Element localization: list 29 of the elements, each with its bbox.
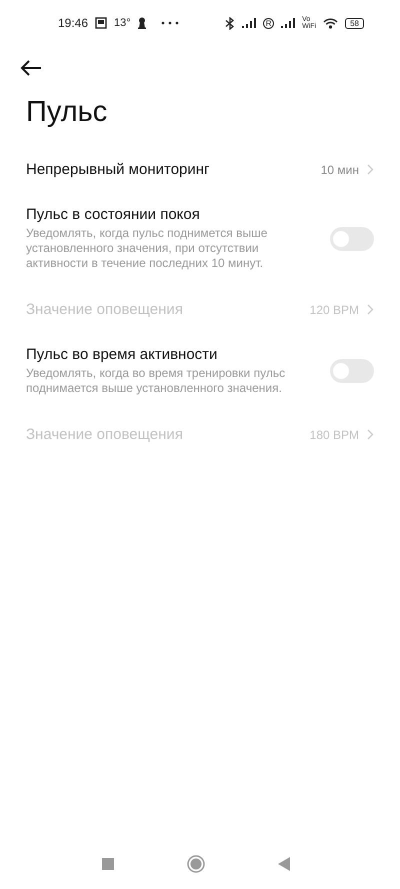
setting-label: Значение оповещения — [26, 301, 183, 318]
signal-icon — [242, 18, 256, 28]
setting-description: Уведомлять, когда пульс поднимется выше установленного значения, при отсутствии активности в течение последних 10 минут. — [26, 226, 268, 271]
battery-indicator: 58 — [345, 18, 364, 28]
chevron-icon — [367, 304, 374, 315]
home-button[interactable] — [187, 855, 205, 873]
setting-label: Пульс во время активности — [26, 346, 218, 363]
setting-label: Значение оповещения — [26, 426, 183, 443]
back-arrow-icon — [20, 60, 42, 76]
setting-value-link[interactable]: 10 мин — [320, 162, 374, 176]
more-icon — [160, 21, 179, 25]
setting-label: Непрерывный мониторинг — [26, 161, 210, 178]
bluetooth-icon — [225, 16, 236, 30]
keyhole-icon — [138, 17, 146, 29]
triangle-icon — [278, 857, 290, 871]
circle-icon — [187, 855, 205, 873]
clock-time: 19:46 — [58, 17, 88, 29]
chevron-icon — [367, 429, 374, 440]
setting-description: Уведомлять, когда во время тренировки пульс поднимается выше установленного значения. — [26, 366, 286, 396]
news-icon — [95, 17, 108, 29]
roaming-indicator: R — [263, 18, 274, 28]
page-title: Пульс — [26, 96, 108, 129]
back-nav-button[interactable] — [278, 857, 290, 871]
wifi-icon — [323, 18, 338, 28]
setting-label: Пульс в состоянии покоя — [26, 206, 201, 223]
temperature-text: 13° — [114, 18, 131, 28]
chevron-icon — [367, 164, 374, 175]
signal-icon — [281, 18, 296, 28]
square-icon — [102, 858, 114, 870]
